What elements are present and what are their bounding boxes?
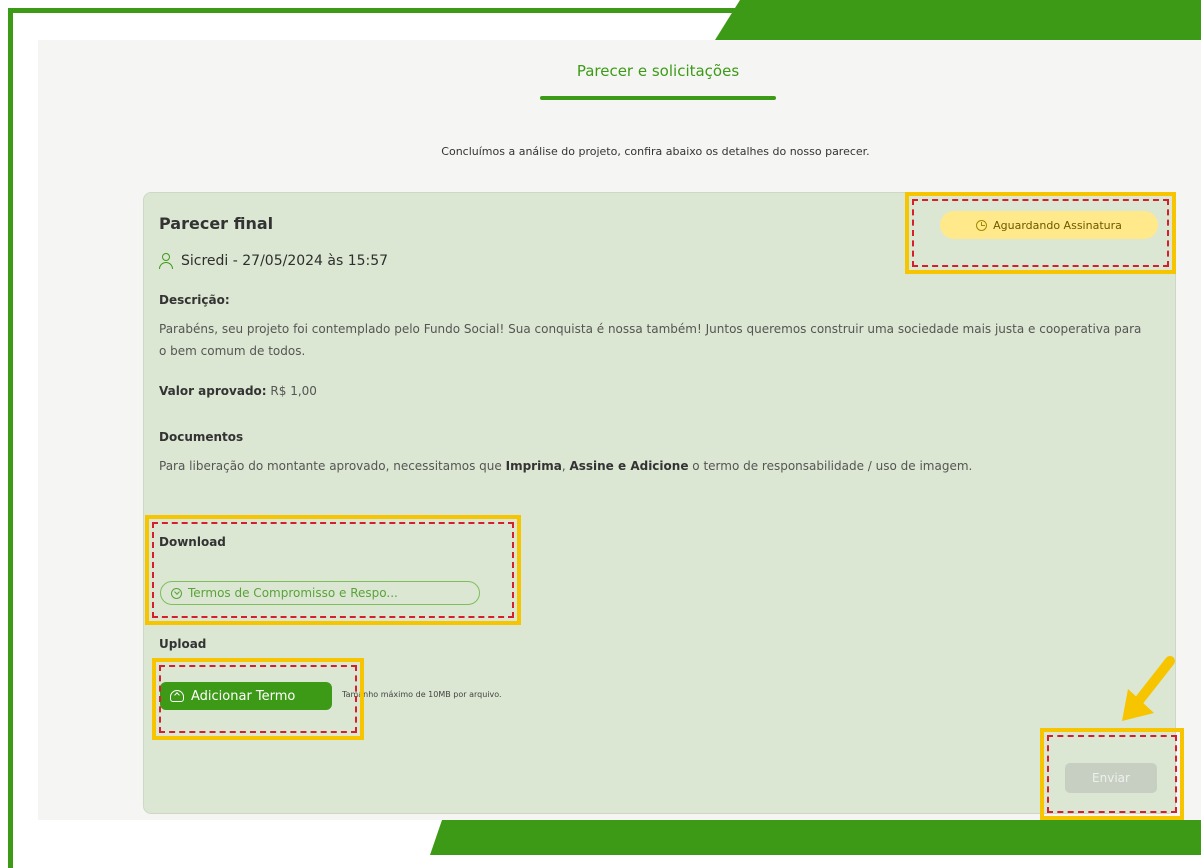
user-icon [159,253,173,269]
documentos-text-part1: Para liberação do montante aprovado, nec… [159,459,506,473]
author-text: Sicredi - 27/05/2024 às 15:57 [181,253,389,269]
pointer-arrow-icon [1122,656,1175,721]
descricao-text: Parabéns, seu projeto foi contemplado pe… [159,322,1142,358]
documentos-label: Documentos [159,430,244,444]
documentos-text-part2: o termo de responsabilidade / uso de ima… [688,459,973,473]
tab-active-indicator [540,96,776,100]
valor-label: Valor aprovado: [159,384,267,398]
highlight-upload [152,658,364,740]
documentos-bold-assine: Assine e Adicione [569,459,689,473]
documentos-text: Para liberação do montante aprovado, nec… [159,455,1149,477]
highlight-submit [1040,728,1184,820]
author-row: Sicredi - 27/05/2024 às 15:57 [159,253,388,269]
decorative-banner-bottom [430,820,1201,855]
descricao-label: Descrição: [159,293,230,307]
highlight-download [145,515,521,625]
valor-aprovado: Valor aprovado: R$ 1,00 [159,384,317,398]
decorative-banner-top [715,0,1201,40]
upload-label: Upload [159,637,207,651]
highlight-status-badge [905,192,1176,274]
intro-text: Concluímos a análise do projeto, confira… [441,145,870,158]
tab-parecer-solicitacoes[interactable]: Parecer e solicitações [540,62,776,80]
valor-value: R$ 1,00 [270,384,317,398]
documentos-bold-imprima: Imprima [505,459,562,473]
card-title: Parecer final [159,214,274,233]
upload-size-hint: Tamanho máximo de 10MB por arquivo. [342,690,502,699]
